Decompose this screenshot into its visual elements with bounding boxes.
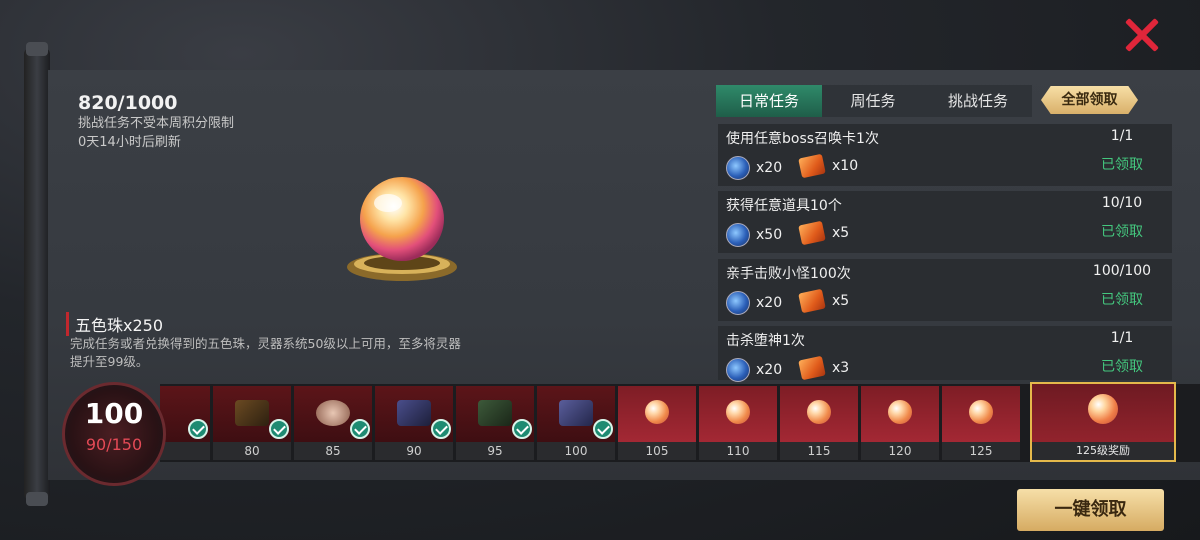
reward-box: x5 xyxy=(798,220,850,246)
reward-gem: x50 xyxy=(726,223,782,247)
task-progress: 10/10 xyxy=(1101,195,1143,211)
task-name: 亲手击败小怪100次 xyxy=(726,266,851,282)
reward-gem: x20 xyxy=(726,358,782,382)
gem-qty: x20 xyxy=(756,295,783,311)
reward-slot[interactable]: 100 xyxy=(537,386,615,460)
reward-gem: x20 xyxy=(726,156,782,180)
box-qty: x5 xyxy=(832,293,850,309)
gem-icon xyxy=(726,358,750,382)
task-row: 亲手击败小怪100次 100/100 已领取 x20 x5 xyxy=(718,259,1172,321)
claimed-check-icon xyxy=(512,419,532,439)
orb-icon xyxy=(1088,394,1118,424)
reward-slot[interactable]: 125 xyxy=(942,386,1020,460)
reward-slot[interactable]: 120 xyxy=(861,386,939,460)
claimed-check-icon xyxy=(188,419,208,439)
box-qty: x5 xyxy=(832,225,850,241)
task-progress: 100/100 xyxy=(1092,263,1152,279)
orb-icon xyxy=(645,400,669,424)
gem-icon xyxy=(726,156,750,180)
reward-slot[interactable]: 95 xyxy=(456,386,534,460)
refresh-timer: 0天14小时后刷新 xyxy=(78,135,181,150)
slot-level-label: 110 xyxy=(699,442,777,460)
slot-level-label: 80 xyxy=(213,442,291,460)
gem-qty: x20 xyxy=(756,160,783,176)
one-key-claim-button[interactable]: 一键领取 xyxy=(1017,489,1164,531)
crate-icon xyxy=(478,400,512,426)
scroll-rod-decoration xyxy=(24,42,50,506)
reward-slot[interactable]: 90 xyxy=(375,386,453,460)
task-progress: 1/1 xyxy=(1110,330,1134,346)
task-name: 使用任意boss召唤卡1次 xyxy=(726,131,879,147)
final-reward-label: 125级奖励 xyxy=(1032,442,1174,460)
shell-icon xyxy=(316,400,350,426)
item-name: 五色珠x250 xyxy=(66,312,163,336)
points-info: 820/1000 挑战任务不受本周积分限制 0天14小时后刷新 xyxy=(78,92,234,152)
task-status: 已领取 xyxy=(1101,359,1143,375)
five-color-orb-icon xyxy=(347,177,457,281)
claimed-check-icon xyxy=(431,419,451,439)
task-row: 击杀堕神1次 1/1 已领取 x20 x3 xyxy=(718,326,1172,382)
level-exp: 90/150 xyxy=(85,435,143,454)
slot-level-label: 95 xyxy=(456,442,534,460)
tab-daily[interactable]: 日常任务 xyxy=(716,85,822,117)
slot-level-label: 100 xyxy=(537,442,615,460)
orb-icon xyxy=(888,400,912,424)
task-row: 使用任意boss召唤卡1次 1/1 已领取 x20 x10 xyxy=(718,124,1172,186)
orb-icon xyxy=(969,400,993,424)
reward-box: x5 xyxy=(798,288,850,314)
reward-slot[interactable]: 115 xyxy=(780,386,858,460)
orb-icon xyxy=(807,400,831,424)
box-qty: x3 xyxy=(832,360,850,376)
reward-gem: x20 xyxy=(726,291,782,315)
slot-level-label: 115 xyxy=(780,442,858,460)
task-progress: 1/1 xyxy=(1110,128,1134,144)
case-icon xyxy=(559,400,593,426)
points-note: 挑战任务不受本周积分限制 xyxy=(78,116,235,131)
claim-all-button[interactable]: 全部领取 xyxy=(1041,86,1138,114)
box-icon xyxy=(798,355,826,381)
slot-level-label: 120 xyxy=(861,442,939,460)
level-badge: 100 90/150 xyxy=(62,382,166,486)
gem-qty: x50 xyxy=(756,227,783,243)
reward-slot[interactable] xyxy=(160,386,210,460)
box-icon xyxy=(798,220,826,246)
task-status: 已领取 xyxy=(1101,157,1143,173)
slot-level-label: 105 xyxy=(618,442,696,460)
task-tabs: 日常任务 周任务 挑战任务 xyxy=(716,85,1032,117)
tab-weekly[interactable]: 周任务 xyxy=(822,85,924,117)
tab-challenge[interactable]: 挑战任务 xyxy=(924,85,1032,117)
claimed-check-icon xyxy=(269,419,289,439)
slot-level-label: 125 xyxy=(942,442,1020,460)
current-level: 100 xyxy=(84,397,144,430)
reward-box: x3 xyxy=(798,355,850,381)
reward-slot[interactable]: 80 xyxy=(213,386,291,460)
reward-slot[interactable]: 85 xyxy=(294,386,372,460)
reward-slot[interactable]: 105 xyxy=(618,386,696,460)
task-status: 已领取 xyxy=(1101,292,1143,308)
box-qty: x10 xyxy=(832,158,859,174)
reward-box: x10 xyxy=(798,153,859,179)
orb-icon xyxy=(726,400,750,424)
chest-icon xyxy=(235,400,269,426)
claimed-check-icon xyxy=(350,419,370,439)
task-status: 已领取 xyxy=(1101,224,1143,240)
final-reward-slot[interactable]: 125级奖励 xyxy=(1030,382,1176,462)
item-description: 完成任务或者兑换得到的五色珠，灵器系统50级以上可用，至多将灵器提升至99级。 xyxy=(70,336,461,369)
claimed-check-icon xyxy=(593,419,613,439)
box-icon xyxy=(798,288,826,314)
reward-slot[interactable]: 110 xyxy=(699,386,777,460)
slot-level-label: 90 xyxy=(375,442,453,460)
box-icon xyxy=(798,153,826,179)
gem-icon xyxy=(726,291,750,315)
gem-icon xyxy=(726,223,750,247)
case-icon xyxy=(397,400,431,426)
points-value: 820/1000 xyxy=(78,92,178,114)
close-icon[interactable] xyxy=(1120,14,1162,56)
task-name: 获得任意道具10个 xyxy=(726,198,842,214)
task-name: 击杀堕神1次 xyxy=(726,333,805,349)
slot-level-label: 85 xyxy=(294,442,372,460)
gem-qty: x20 xyxy=(756,362,783,378)
task-row: 获得任意道具10个 10/10 已领取 x50 x5 xyxy=(718,191,1172,253)
